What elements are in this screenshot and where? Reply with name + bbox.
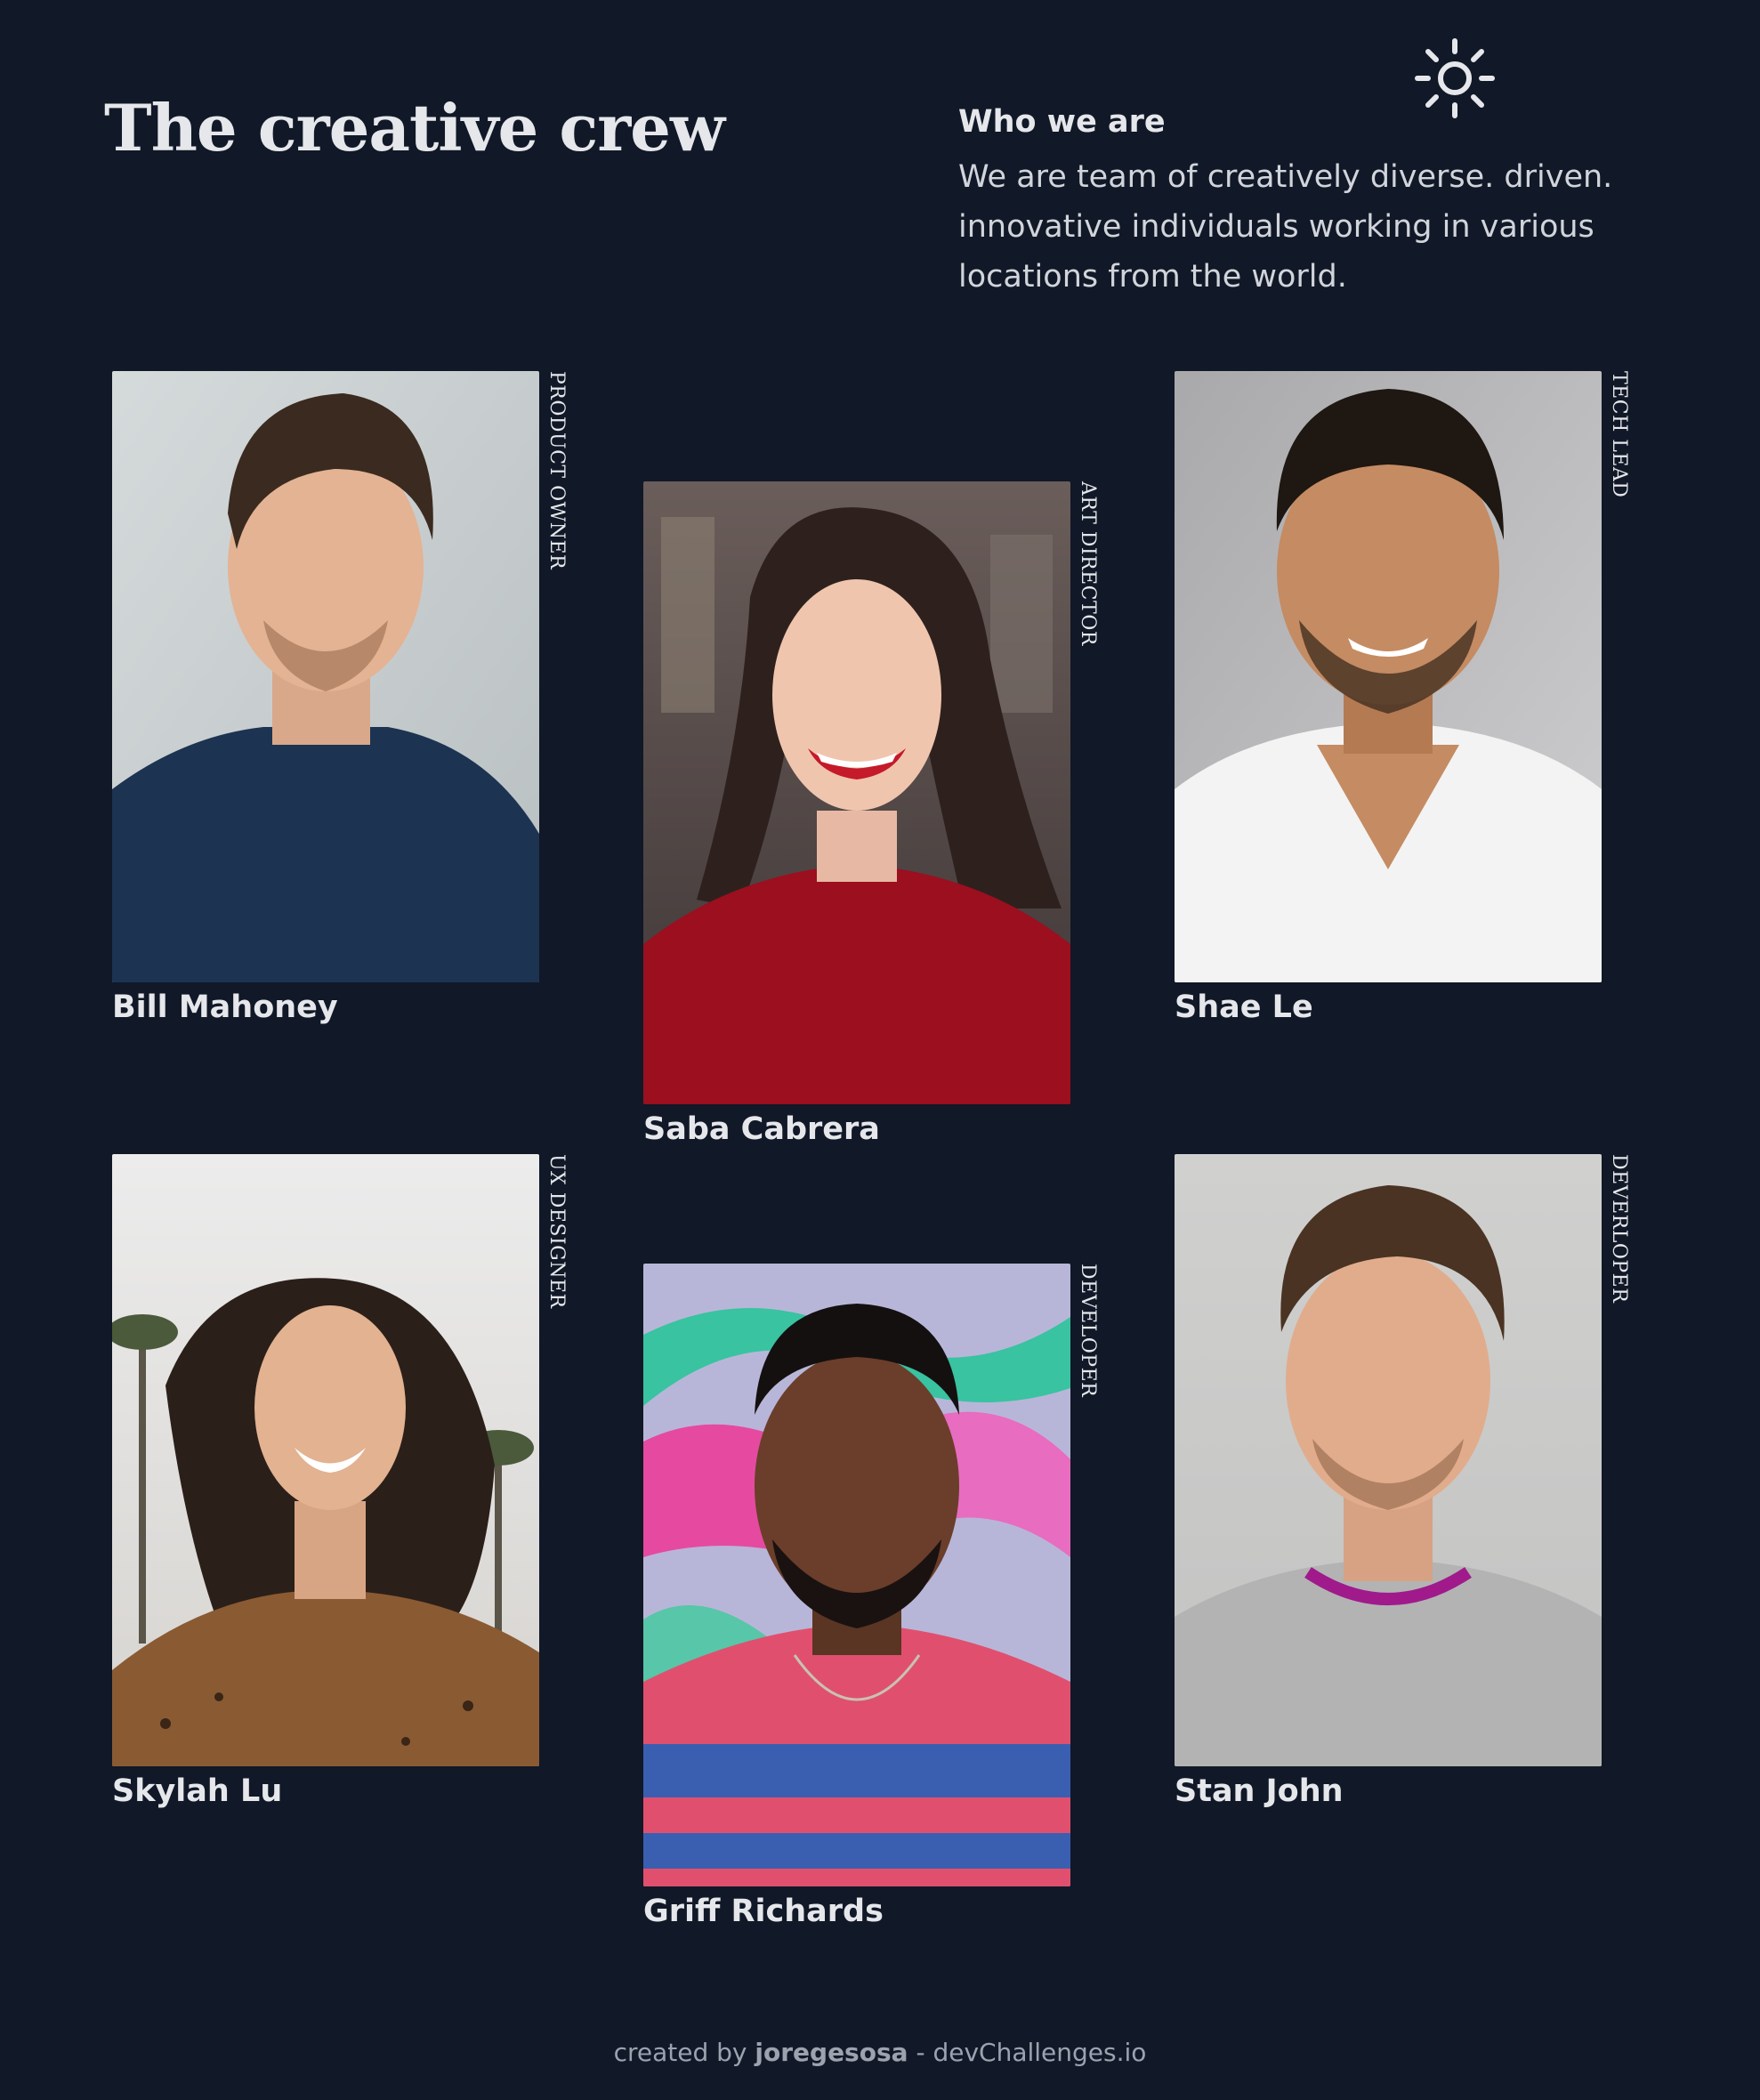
about-heading: Who we are xyxy=(958,104,1166,140)
member-name: Bill Mahoney xyxy=(112,989,338,1025)
member-role: PRODUCT OWNER xyxy=(545,371,568,570)
member-photo xyxy=(1175,1154,1602,1766)
member-photo xyxy=(643,1264,1070,1886)
member-role: UX DESIGNER xyxy=(545,1154,568,1309)
member-card: PRODUCT OWNER Bill Mahoney xyxy=(112,371,584,1025)
footer-prefix: created by xyxy=(613,2038,747,2067)
member-name: Saba Cabrera xyxy=(643,1111,880,1147)
member-card: TECH LEAD Shae Le xyxy=(1175,371,1646,1025)
member-name: Skylah Lu xyxy=(112,1773,283,1809)
member-role: ART DIRECTOR xyxy=(1077,481,1099,646)
footer: created by joregesosa - devChallenges.io xyxy=(0,2038,1760,2067)
member-card: UX DESIGNER Skylah Lu xyxy=(112,1154,584,1809)
member-name: Shae Le xyxy=(1175,989,1313,1025)
footer-site-link[interactable]: devChallenges.io xyxy=(932,2038,1146,2067)
member-role: DEVELOPER xyxy=(1077,1264,1099,1398)
member-photo xyxy=(112,371,539,982)
member-card: ART DIRECTOR Saba Cabrera xyxy=(643,481,1115,1147)
member-card: DEVERLOPER Stan John xyxy=(1175,1154,1646,1809)
page-title: The creative crew xyxy=(104,90,725,166)
about-text: We are team of creatively diverse. drive… xyxy=(958,159,1613,295)
about-section: Who we are We are team of creatively div… xyxy=(958,104,1670,302)
member-photo xyxy=(112,1154,539,1766)
member-role: TECH LEAD xyxy=(1608,371,1630,498)
member-photo xyxy=(643,481,1070,1104)
member-photo xyxy=(1175,371,1602,982)
footer-author-link[interactable]: joregesosa xyxy=(755,2038,908,2067)
member-card: DEVELOPER Griff Richards xyxy=(643,1264,1115,1929)
footer-separator: - xyxy=(916,2038,925,2067)
member-name: Griff Richards xyxy=(643,1894,884,1929)
member-name: Stan John xyxy=(1175,1773,1344,1809)
member-role: DEVERLOPER xyxy=(1608,1154,1630,1304)
